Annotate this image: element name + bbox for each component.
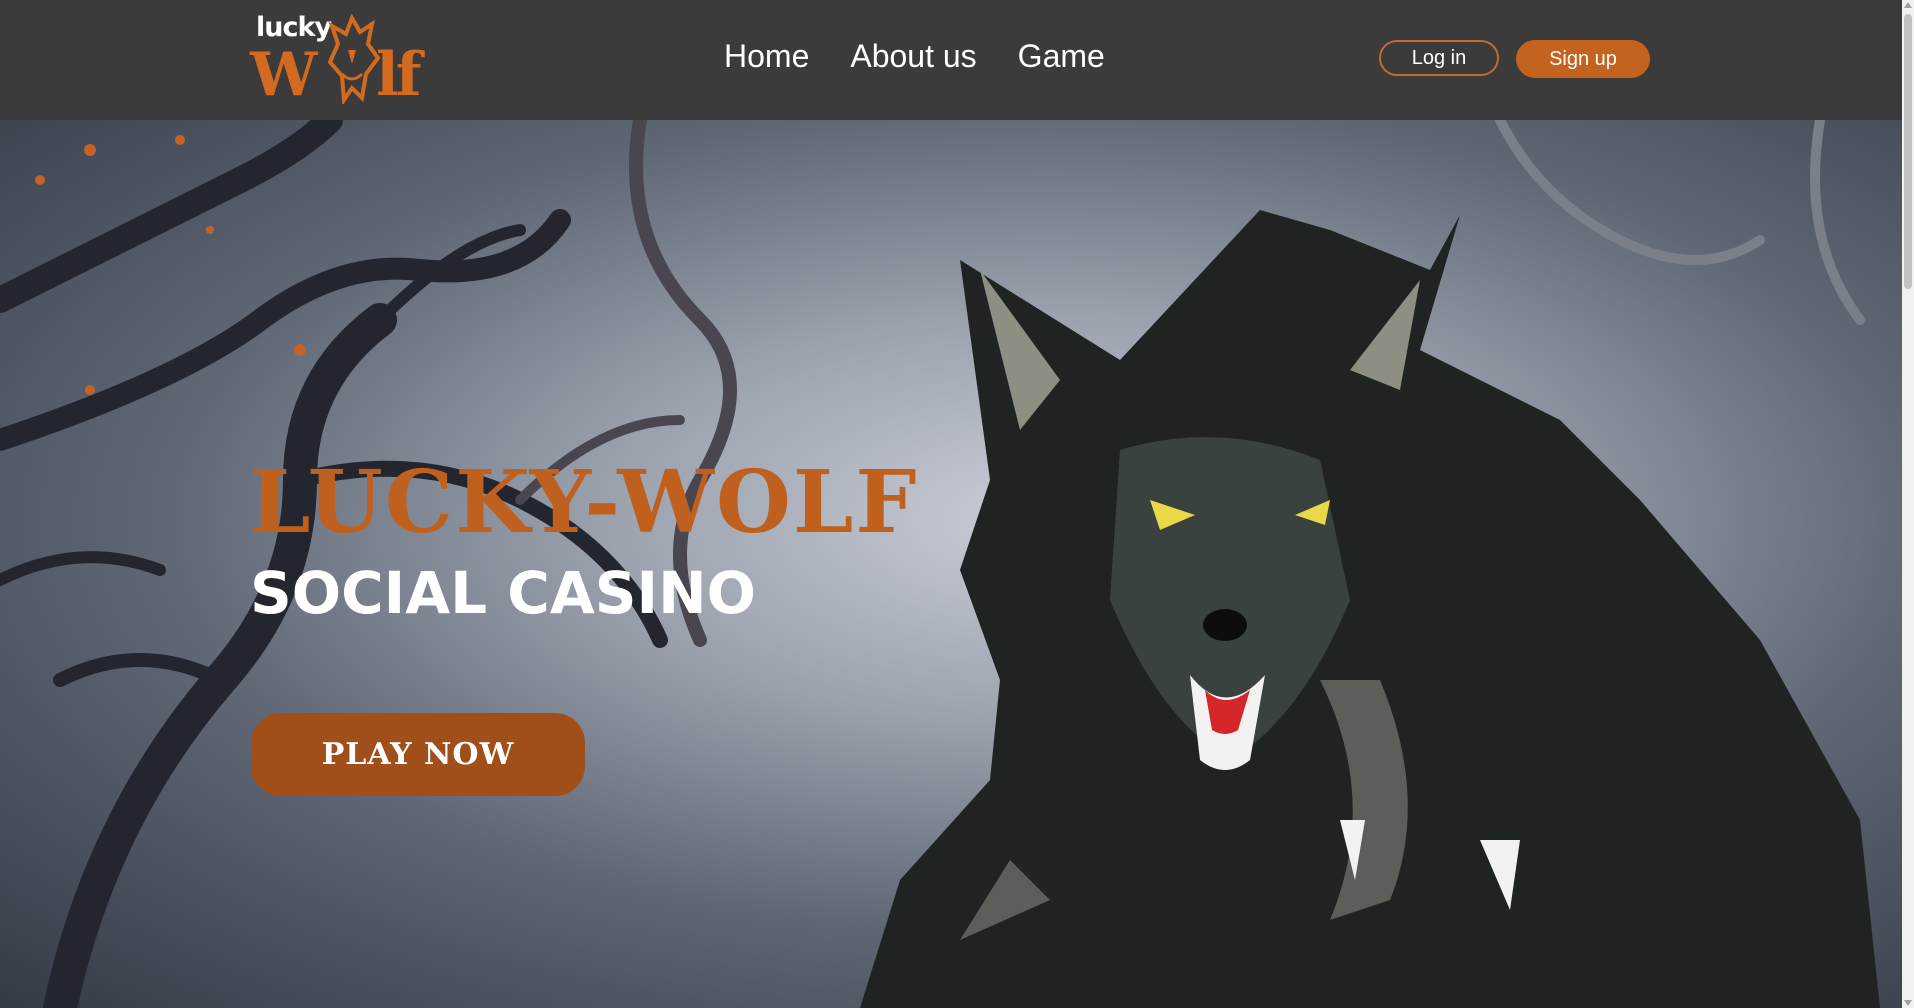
scrollbar-thumb[interactable] xyxy=(1904,14,1912,289)
logo-lucky-text: lucky xyxy=(256,12,332,43)
hero-title: LUCKY-WOLF xyxy=(250,452,919,553)
signup-button[interactable]: Sign up xyxy=(1516,40,1650,78)
hero-subtitle: SOCIAL CASINO xyxy=(250,559,756,627)
site-header: lucky W lf Home About us Game Log in Sig… xyxy=(0,0,1902,120)
site-logo[interactable]: lucky W lf xyxy=(250,12,450,110)
play-now-button[interactable]: PLAY NOW xyxy=(251,713,585,796)
play-now-label: PLAY NOW xyxy=(321,737,515,772)
nav-item-game[interactable]: Game xyxy=(1018,38,1105,75)
logo-lf-text: lf xyxy=(376,40,422,110)
nav-item-home[interactable]: Home xyxy=(724,38,809,75)
scroll-down-icon[interactable] xyxy=(1904,1000,1912,1006)
scroll-up-icon[interactable] xyxy=(1904,2,1912,8)
hero-section: LUCKY-WOLF SOCIAL CASINO PLAY NOW xyxy=(0,120,1902,1008)
wolf-head-icon xyxy=(327,14,381,104)
login-button[interactable]: Log in xyxy=(1379,40,1499,76)
main-nav: Home About us Game xyxy=(724,38,1105,75)
logo-w-text: W xyxy=(250,40,317,110)
page-scrollbar[interactable] xyxy=(1902,0,1914,1008)
nav-item-about-us[interactable]: About us xyxy=(850,38,976,75)
